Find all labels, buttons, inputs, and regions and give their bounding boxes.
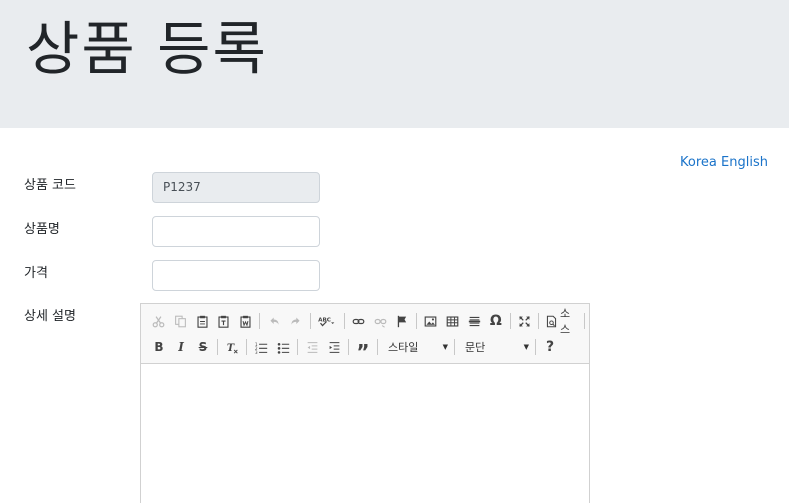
editor-toolbar: ABC Ω 소스 B I S T 1 2 3 ” 스타일 ▼ 문단 ▼ ? xyxy=(141,304,589,364)
toolbar-separator xyxy=(538,313,540,329)
unlink-icon[interactable] xyxy=(371,311,391,331)
price-label: 가격 xyxy=(24,266,48,281)
chevron-down-icon: ▼ xyxy=(523,343,529,351)
language-switcher: Korea English xyxy=(680,155,768,170)
blockquote-icon[interactable]: ” xyxy=(353,337,373,364)
product-name-label: 상품명 xyxy=(24,222,60,237)
paste-icon[interactable] xyxy=(192,311,212,331)
rich-text-editor: ABC Ω 소스 B I S T 1 2 3 ” 스타일 ▼ 문단 ▼ ? xyxy=(140,303,590,504)
indent-icon[interactable] xyxy=(324,337,344,357)
source-label: 소스 xyxy=(560,307,571,336)
special-char-icon[interactable]: Ω xyxy=(486,311,506,331)
toolbar-separator xyxy=(454,339,455,355)
spellcheck-icon[interactable]: ABC xyxy=(315,311,341,331)
svg-text:T: T xyxy=(226,342,234,353)
toolbar-separator xyxy=(217,339,218,355)
help-icon[interactable]: ? xyxy=(540,337,560,357)
lang-english-link[interactable]: English xyxy=(721,155,768,170)
style-combo[interactable]: 스타일 ▼ xyxy=(382,337,452,357)
paste-word-icon[interactable] xyxy=(236,311,256,331)
maximize-icon[interactable] xyxy=(515,311,535,331)
undo-icon[interactable] xyxy=(264,311,284,331)
chevron-down-icon: ▼ xyxy=(442,343,448,351)
strikethrough-icon[interactable]: S xyxy=(193,337,213,357)
format-combo[interactable]: 문단 ▼ xyxy=(459,337,533,357)
source-button[interactable]: 소스 xyxy=(543,305,580,337)
toolbar-separator xyxy=(535,339,536,355)
toolbar-separator xyxy=(583,313,585,329)
toolbar-separator xyxy=(348,339,349,355)
lang-korea-link[interactable]: Korea xyxy=(680,155,717,170)
product-code-input[interactable]: P1237 xyxy=(152,172,320,203)
product-code-label: 상품 코드 xyxy=(24,178,76,193)
italic-icon[interactable]: I xyxy=(171,337,191,357)
toolbar-separator xyxy=(344,313,346,329)
link-icon[interactable] xyxy=(349,311,369,331)
price-input[interactable] xyxy=(152,260,320,291)
remove-format-icon[interactable]: T xyxy=(222,337,242,357)
toolbar-separator xyxy=(246,339,247,355)
page-title: 상품 등록 xyxy=(26,15,268,83)
numbered-list-icon[interactable]: 123 xyxy=(251,337,271,357)
paste-text-icon[interactable] xyxy=(214,311,234,331)
cut-icon[interactable] xyxy=(149,311,169,331)
horizontal-rule-icon[interactable] xyxy=(464,311,484,331)
toolbar-separator xyxy=(297,339,298,355)
bulleted-list-icon[interactable] xyxy=(273,337,293,357)
format-combo-label: 문단 xyxy=(465,341,486,354)
table-icon[interactable] xyxy=(443,311,463,331)
anchor-flag-icon[interactable] xyxy=(392,311,412,331)
image-icon[interactable] xyxy=(421,311,441,331)
toolbar-separator xyxy=(259,313,261,329)
bold-icon[interactable]: B xyxy=(149,337,169,357)
toolbar-row-1: ABC Ω 소스 xyxy=(149,307,589,336)
redo-icon[interactable] xyxy=(286,311,306,331)
copy-icon[interactable] xyxy=(171,311,191,331)
toolbar-separator xyxy=(416,313,418,329)
page-header: 상품 등록 xyxy=(0,0,789,128)
svg-text:ABC: ABC xyxy=(318,317,331,323)
toolbar-row-2: B I S T 123 ” 스타일 ▼ 문단 ▼ ? xyxy=(149,336,562,364)
style-combo-label: 스타일 xyxy=(388,341,419,354)
svg-text:3: 3 xyxy=(255,350,258,354)
toolbar-separator xyxy=(309,313,311,329)
product-name-input[interactable] xyxy=(152,216,320,247)
toolbar-separator xyxy=(509,313,511,329)
source-icon xyxy=(543,311,559,331)
outdent-icon[interactable] xyxy=(302,337,322,357)
toolbar-separator xyxy=(377,339,378,355)
editor-content-area[interactable] xyxy=(141,364,589,504)
description-label: 상세 설명 xyxy=(24,309,76,324)
